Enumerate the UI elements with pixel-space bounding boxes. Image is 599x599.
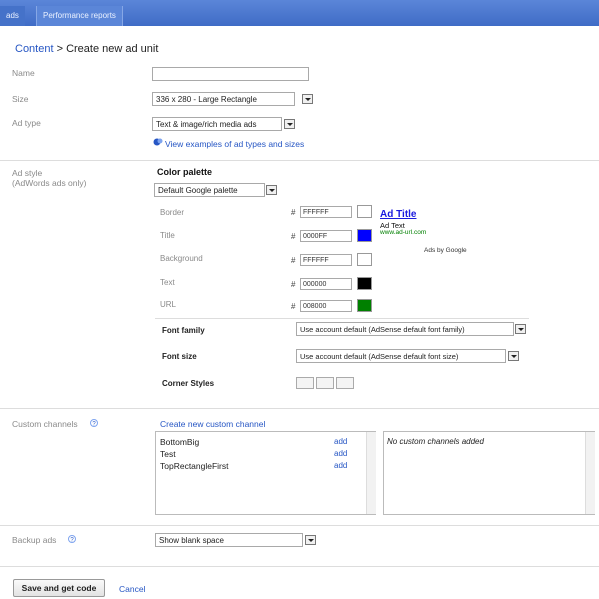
divider <box>0 566 599 567</box>
link-icon <box>153 138 163 146</box>
ad-preview-url: www.ad-url.com <box>380 229 427 236</box>
breadcrumb-content-link[interactable]: Content <box>15 43 54 55</box>
background-color-input[interactable]: FFFFFF <box>300 254 352 266</box>
tab-performance-reports[interactable]: Performance reports <box>36 6 123 26</box>
top-nav-bar: ads Performance reports <box>0 0 599 26</box>
text-color-input[interactable]: 000000 <box>300 278 352 290</box>
ads-by-google-label: Ads by Google <box>424 247 467 254</box>
adtype-select[interactable]: Text & image/rich media ads <box>152 117 282 131</box>
background-label: Background <box>160 254 203 263</box>
chevron-down-icon[interactable] <box>284 119 295 129</box>
tab-ads[interactable]: ads <box>0 6 25 26</box>
adtype-label: Ad type <box>12 118 41 128</box>
help-icon[interactable]: ? <box>90 419 98 427</box>
name-label: Name <box>12 68 35 78</box>
chevron-down-icon[interactable] <box>508 351 519 361</box>
divider <box>0 408 599 409</box>
corner-slightly-rounded-option[interactable] <box>316 377 334 389</box>
help-icon[interactable]: ? <box>68 535 76 543</box>
font-family-label: Font family <box>162 326 205 335</box>
divider <box>155 318 529 319</box>
text-label: Text <box>160 278 175 287</box>
size-label: Size <box>12 94 29 104</box>
add-channel-link[interactable]: add <box>334 461 347 470</box>
breadcrumb: Content > Create new ad unit <box>15 43 158 55</box>
url-color-swatch[interactable] <box>357 299 372 312</box>
font-size-label: Font size <box>162 352 197 361</box>
backup-ads-label: Backup ads <box>12 535 57 545</box>
size-select[interactable]: 336 x 280 - Large Rectangle <box>152 92 295 106</box>
title-color-swatch[interactable] <box>357 229 372 242</box>
hash-symbol: # <box>291 208 296 217</box>
cancel-link[interactable]: Cancel <box>119 584 145 594</box>
no-channels-text: No custom channels added <box>387 437 484 446</box>
corner-square-option[interactable] <box>296 377 314 389</box>
create-custom-channel-link[interactable]: Create new custom channel <box>160 419 265 429</box>
url-color-input[interactable]: 008000 <box>300 300 352 312</box>
background-color-swatch[interactable] <box>357 253 372 266</box>
view-examples-link[interactable]: View examples of ad types and sizes <box>165 139 304 149</box>
custom-channels-label: Custom channels <box>12 419 78 429</box>
url-label: URL <box>160 300 177 309</box>
palette-select[interactable]: Default Google palette <box>154 183 265 197</box>
backup-ads-select[interactable]: Show blank space <box>155 533 303 547</box>
scrollbar[interactable] <box>585 432 595 514</box>
hash-symbol: # <box>291 302 296 311</box>
hash-symbol: # <box>291 280 296 289</box>
add-channel-link[interactable]: add <box>334 437 347 446</box>
ad-preview-title: Ad Title <box>380 209 417 220</box>
font-size-select[interactable]: Use account default (AdSense default fon… <box>296 349 506 363</box>
channel-item: TopRectangleFirst <box>160 461 229 471</box>
corner-very-rounded-option[interactable] <box>336 377 354 389</box>
breadcrumb-separator: > <box>53 43 67 55</box>
border-label: Border <box>160 208 185 217</box>
corner-styles-label: Corner Styles <box>162 379 215 388</box>
chevron-down-icon[interactable] <box>515 324 526 334</box>
chevron-down-icon[interactable] <box>266 185 277 195</box>
add-channel-link[interactable]: add <box>334 449 347 458</box>
title-label: Title <box>160 231 175 240</box>
save-and-get-code-button[interactable]: Save and get code <box>13 579 105 597</box>
channel-item: BottomBig <box>160 437 200 447</box>
channel-item: Test <box>160 449 176 459</box>
title-color-input[interactable]: 0000FF <box>300 230 352 242</box>
adstyle-sub-label: (AdWords ads only) <box>12 178 87 188</box>
text-color-swatch[interactable] <box>357 277 372 290</box>
color-palette-heading: Color palette <box>157 167 213 177</box>
page-title: Create new ad unit <box>66 43 159 55</box>
hash-symbol: # <box>291 232 296 241</box>
divider <box>0 160 599 161</box>
border-color-input[interactable]: FFFFFF <box>300 206 352 218</box>
border-color-swatch[interactable] <box>357 205 372 218</box>
scrollbar[interactable] <box>366 432 376 514</box>
hash-symbol: # <box>291 256 296 265</box>
name-input[interactable] <box>152 67 309 81</box>
font-family-select[interactable]: Use account default (AdSense default fon… <box>296 322 514 336</box>
chevron-down-icon[interactable] <box>302 94 313 104</box>
divider <box>0 525 599 526</box>
chevron-down-icon[interactable] <box>305 535 316 545</box>
